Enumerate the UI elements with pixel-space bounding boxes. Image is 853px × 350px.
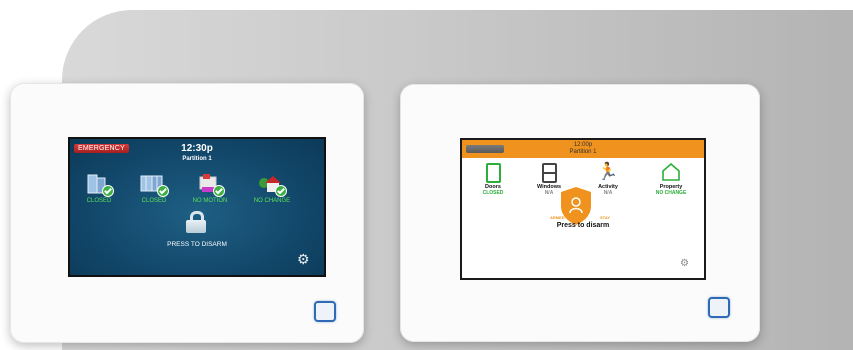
motion-icon (194, 173, 226, 197)
check-icon (213, 185, 225, 197)
tile-doors[interactable]: CLOSED (74, 173, 124, 204)
right-touchscreen: 12:00p Partition 1 Doors CLOSED Windows … (462, 140, 704, 278)
property-icon (256, 173, 288, 197)
clock-time: 12:30p (181, 143, 213, 154)
windows-icon (138, 173, 170, 197)
armed-label: ARMED (550, 215, 565, 220)
tile-property[interactable]: NO CHANGE (247, 173, 297, 204)
check-icon (157, 185, 169, 197)
gear-icon[interactable]: ⚙ (297, 252, 310, 266)
tile-motion[interactable]: NO MOTION (185, 173, 235, 204)
gear-icon[interactable]: ⚙ (680, 259, 689, 269)
tile-doors[interactable]: Doors CLOSED (468, 163, 518, 196)
tile-status: NO CHANGE (253, 198, 291, 204)
tile-status: NO MOTION (192, 198, 228, 204)
door-icon (485, 163, 501, 183)
home-button[interactable] (708, 297, 730, 318)
stay-label: STAY (600, 215, 611, 220)
doors-icon (83, 173, 115, 197)
tile-property[interactable]: Property NO CHANGE (646, 162, 696, 196)
tile-status: NO CHANGE (655, 190, 687, 196)
clock-time: 12:00p (573, 142, 593, 148)
partition-label: Partition 1 (569, 149, 597, 155)
partition-label: Partition 1 (182, 156, 212, 162)
left-touchscreen: EMERGENCY 12:30p Partition 1 CLOSED CLOS… (70, 139, 324, 275)
disarm-button[interactable]: PRESS TO DISARM (70, 241, 324, 248)
disarm-button[interactable]: Press to disarm (462, 222, 704, 229)
tile-windows[interactable]: CLOSED (129, 173, 179, 204)
activity-icon: 🏃 (597, 162, 619, 181)
right-security-panel: 12:00p Partition 1 Doors CLOSED Windows … (400, 84, 760, 342)
home-button[interactable] (314, 301, 336, 322)
left-security-panel: EMERGENCY 12:30p Partition 1 CLOSED CLOS… (10, 83, 364, 343)
shield-icon[interactable] (559, 186, 593, 226)
lock-icon[interactable] (186, 211, 206, 233)
tile-status: CLOSED (86, 198, 112, 204)
check-icon (102, 185, 114, 197)
house-icon (662, 162, 680, 181)
check-icon (275, 185, 287, 197)
window-icon (541, 163, 557, 183)
tile-status: CLOSED (141, 198, 167, 204)
tile-status: CLOSED (482, 190, 504, 196)
